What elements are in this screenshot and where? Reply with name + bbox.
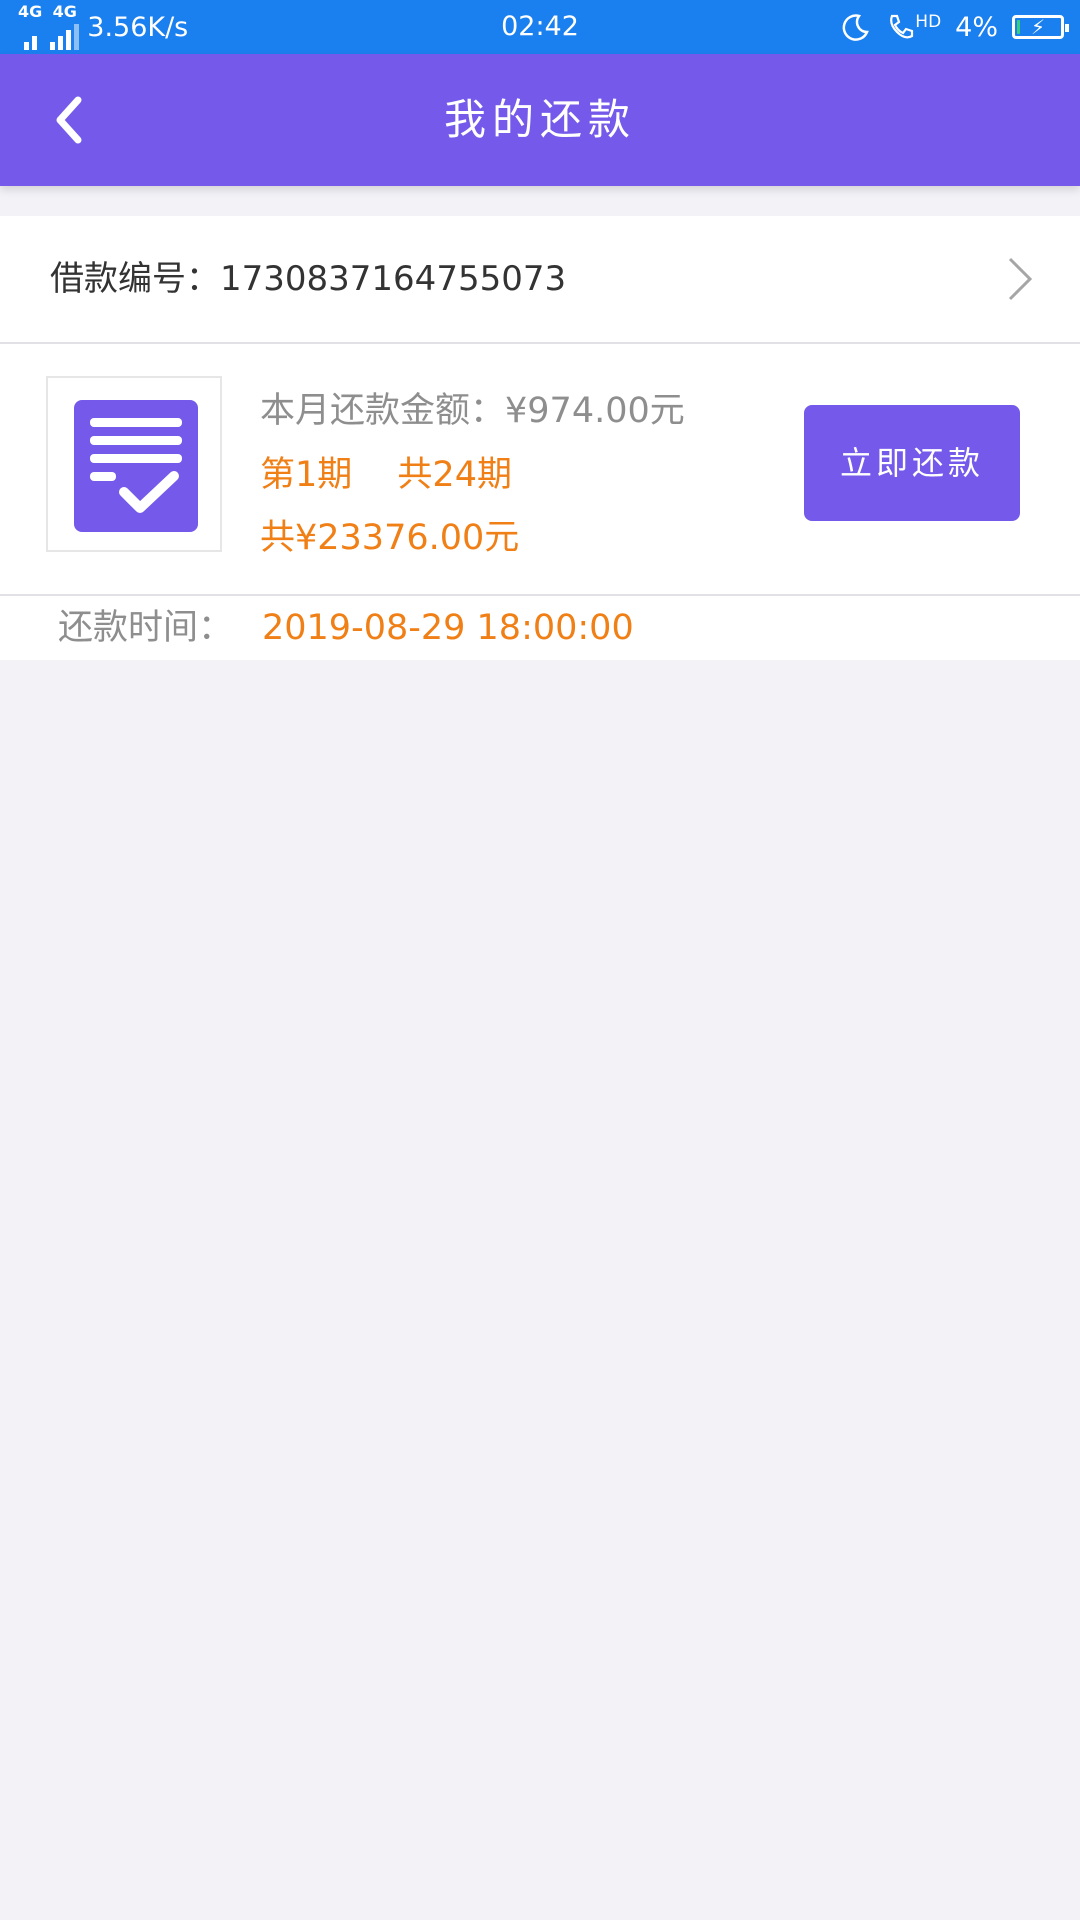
loan-number-value: 17308371647550​73: [220, 259, 567, 299]
status-right: HD 4% ⚡: [841, 0, 1069, 54]
total-amount: 共¥23376.00元: [260, 518, 520, 558]
repayment-time-label: 还款时间：: [58, 608, 234, 648]
moon-icon: [842, 14, 870, 41]
battery-percent: 4%: [955, 11, 998, 43]
pay-now-button[interactable]: 立即还款: [804, 405, 1020, 521]
phone-icon: [890, 14, 914, 39]
checklist-icon: [74, 400, 198, 532]
hd-label: HD: [915, 12, 942, 32]
loan-number-text: 借款编号：17308371647550​73: [50, 216, 566, 342]
page-title: 我的还款: [443, 95, 636, 144]
call-hd-group: HD: [885, 12, 941, 42]
battery-icon: ⚡: [1012, 15, 1069, 39]
monthly-amount-value: ¥974.00元: [505, 391, 685, 431]
monthly-amount: 本月还款金额：¥974.00元: [260, 382, 685, 433]
chevron-right-icon: [1008, 257, 1033, 301]
charging-bolt-icon: ⚡: [1030, 15, 1046, 39]
total-periods: 共24期: [397, 455, 512, 495]
monthly-amount-label: 本月还款金额：: [260, 391, 506, 431]
repayment-card: 本月还款金额：¥974.00元 第1期 共24期 共¥23376.00元 立即还…: [0, 344, 1080, 596]
current-period: 第1期: [260, 455, 353, 495]
loan-number-row[interactable]: 借款编号：17308371647550​73: [0, 216, 1080, 344]
loan-number-label: 借款编号：: [50, 259, 220, 299]
status-bar: 4G 4G 3.56K/s 02:42 HD 4% ⚡: [0, 0, 1080, 54]
header-bar: 我的还款: [0, 54, 1080, 186]
repayment-time-value: 2019-08-29 18:00:00: [262, 608, 634, 648]
bill-icon-box: [46, 376, 222, 552]
period-info: 第1期 共24期: [260, 446, 512, 497]
repayment-time-row: 还款时间： 2019-08-29 18:00:00: [0, 596, 1080, 660]
